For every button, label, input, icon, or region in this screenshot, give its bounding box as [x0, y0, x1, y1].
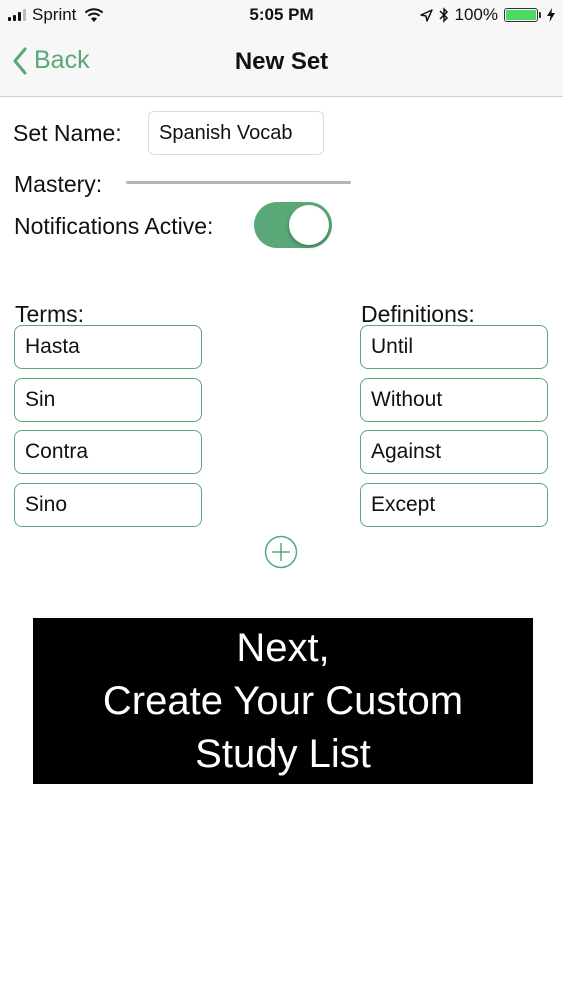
definition-field[interactable] [360, 325, 548, 369]
charging-icon [547, 8, 555, 22]
definition-field[interactable] [360, 430, 548, 474]
notifications-toggle[interactable] [254, 202, 332, 248]
nav-bar: Back New Set [0, 32, 563, 97]
definition-field[interactable] [360, 378, 548, 422]
status-bar: Sprint 5:05 PM 100% [0, 0, 563, 32]
term-field[interactable] [14, 378, 202, 422]
location-icon [419, 8, 433, 22]
term-field[interactable] [14, 483, 202, 527]
bluetooth-icon [438, 7, 448, 23]
mastery-slider[interactable] [126, 181, 351, 184]
set-name-input[interactable] [148, 111, 324, 155]
add-row-button[interactable] [264, 535, 298, 569]
banner-line: Create Your Custom [102, 679, 464, 723]
banner-line: Next, [236, 626, 330, 670]
toggle-knob [289, 205, 329, 245]
term-field[interactable] [14, 325, 202, 369]
mastery-label: Mastery: [14, 171, 103, 197]
set-name-label: Set Name: [13, 120, 122, 146]
term-field[interactable] [14, 430, 202, 474]
status-right: 100% [419, 5, 555, 25]
notifications-label: Notifications Active: [14, 213, 214, 239]
definitions-header: Definitions: [361, 301, 475, 327]
plus-circle-icon [264, 535, 298, 569]
caption-banner: Next, Create Your Custom Study List [33, 618, 533, 784]
page-title: New Set [234, 48, 329, 75]
battery-level [506, 10, 536, 20]
battery-icon [504, 8, 541, 22]
battery-percent: 100% [454, 5, 498, 24]
terms-header: Terms: [15, 301, 84, 327]
definition-field[interactable] [360, 483, 548, 527]
banner-line: Study List [195, 732, 371, 776]
